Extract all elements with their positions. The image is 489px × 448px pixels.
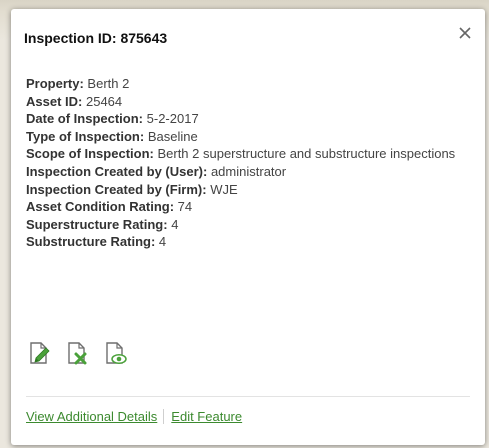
popup-title: Inspection ID: 875643 <box>24 30 168 46</box>
field-value: 25464 <box>85 93 123 109</box>
edit-document-icon[interactable] <box>26 340 52 366</box>
edit-feature-link[interactable]: Edit Feature <box>171 409 242 424</box>
field-superstructure-rating: Superstructure Rating: 4 <box>26 216 471 234</box>
field-label: Type of Inspection: <box>26 128 145 144</box>
popup-header: Inspection ID: 875643 <box>11 9 485 61</box>
field-value: 4 <box>171 216 179 232</box>
field-label: Inspection Created by (User): <box>26 163 208 179</box>
field-label: Property: <box>26 76 84 91</box>
field-asset-condition-rating: Asset Condition Rating: 74 <box>26 198 471 216</box>
field-label: Scope of Inspection: <box>26 146 154 162</box>
field-label: Asset ID: <box>26 93 83 109</box>
field-value: Berth 2 superstructure and substructure … <box>157 146 456 162</box>
popup-footer: View Additional Details Edit Feature <box>26 409 242 424</box>
field-asset-id: Asset ID: 25464 <box>26 93 471 111</box>
field-value: Berth 2 <box>87 76 130 91</box>
close-icon <box>459 27 471 39</box>
field-type-of-inspection: Type of Inspection: Baseline <box>26 128 471 146</box>
field-date-of-inspection: Date of Inspection: 5-2-2017 <box>26 110 471 128</box>
field-value: 74 <box>177 199 193 215</box>
inspection-popup: Inspection ID: 875643 Property: Berth 2 … <box>11 9 485 445</box>
field-value: 4 <box>158 234 167 250</box>
inspection-attributes: Property: Berth 2 Asset ID: 25464 Date o… <box>26 75 471 251</box>
field-value: administrator <box>210 163 287 179</box>
view-document-icon[interactable] <box>102 340 128 366</box>
field-substructure-rating: Substructure Rating: 4 <box>26 233 471 251</box>
inspection-actions <box>26 340 128 366</box>
field-label: Substructure Rating: <box>26 234 156 250</box>
delete-document-icon[interactable] <box>64 340 90 366</box>
field-created-by-firm: Inspection Created by (Firm): WJE <box>26 181 471 199</box>
field-label: Inspection Created by (Firm): <box>26 181 207 197</box>
footer-divider <box>26 396 470 397</box>
footer-separator <box>163 409 165 424</box>
field-value: Baseline <box>147 128 198 144</box>
field-label: Superstructure Rating: <box>26 216 168 232</box>
field-property: Property: Berth 2 <box>26 75 471 93</box>
field-label: Date of Inspection: <box>26 111 144 127</box>
field-value: 5-2-2017 <box>146 111 199 127</box>
field-value: WJE <box>210 181 238 197</box>
view-additional-details-link[interactable]: View Additional Details <box>26 409 157 424</box>
field-created-by-user: Inspection Created by (User): administra… <box>26 163 471 181</box>
close-button[interactable] <box>455 23 475 43</box>
field-label: Asset Condition Rating: <box>26 199 175 215</box>
field-scope-of-inspection: Scope of Inspection: Berth 2 superstruct… <box>26 145 471 163</box>
